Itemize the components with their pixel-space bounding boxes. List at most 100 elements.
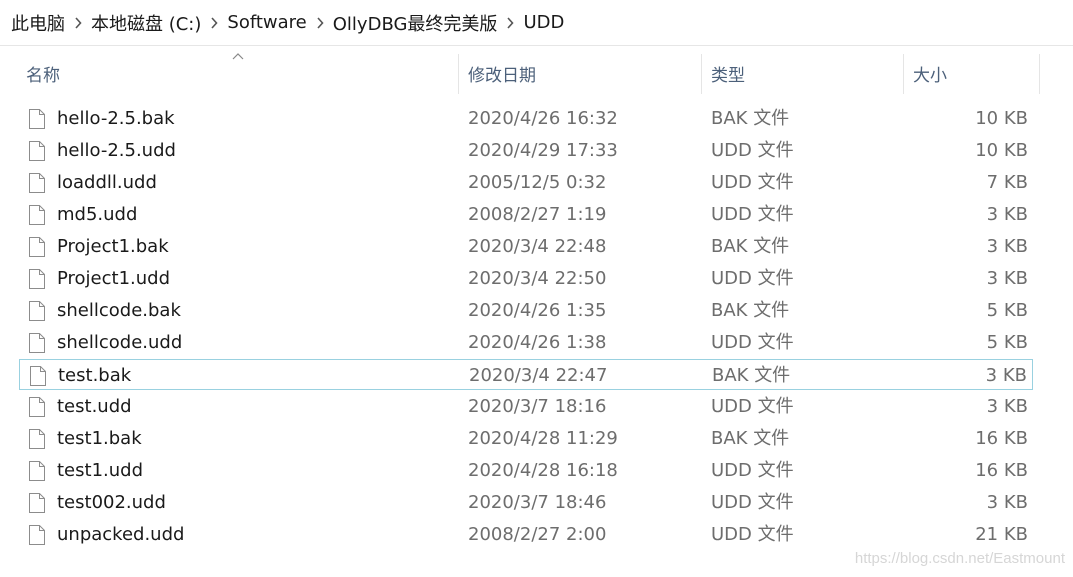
file-type: UDD 文件 [711,172,794,193]
file-type: UDD 文件 [711,396,794,417]
file-name: shellcode.udd [57,332,183,353]
file-size: 3 KB [986,204,1028,225]
file-date: 2020/3/7 18:46 [468,492,607,513]
file-row[interactable]: Project1.bak 2020/3/4 22:48 BAK 文件 3 KB [19,231,1033,262]
breadcrumb-item-ollydbg[interactable]: OllyDBG最终完美版 [333,10,498,36]
blank-file-icon [30,366,46,386]
file-type: BAK 文件 [712,365,791,386]
file-size: 16 KB [975,460,1028,481]
file-type: UDD 文件 [711,524,794,545]
blank-file-icon [29,269,45,289]
breadcrumb-item-this-pc[interactable]: 此电脑 [11,10,65,36]
file-row[interactable]: Project1.udd 2020/3/4 22:50 UDD 文件 3 KB [19,263,1033,294]
file-date: 2020/4/28 16:18 [468,460,618,481]
file-type: UDD 文件 [711,460,794,481]
column-header-name[interactable]: 名称 [26,52,458,94]
blank-file-icon [29,461,45,481]
file-size: 3 KB [986,492,1028,513]
file-type: UDD 文件 [711,332,794,353]
file-name: test.udd [57,396,132,417]
watermark: https://blog.csdn.net/Eastmount [854,550,1065,567]
file-row[interactable]: shellcode.udd 2020/4/26 1:38 UDD 文件 5 KB [19,327,1033,358]
file-date: 2020/3/4 22:50 [468,268,607,289]
file-size: 16 KB [975,428,1028,449]
file-date: 2020/4/28 11:29 [468,428,618,449]
file-row[interactable]: md5.udd 2008/2/27 1:19 UDD 文件 3 KB [19,199,1033,230]
file-name: test.bak [58,365,132,386]
file-name: hello-2.5.bak [57,108,175,129]
blank-file-icon [29,109,45,129]
blank-file-icon [29,205,45,225]
file-row-selected[interactable]: test.bak 2020/3/4 22:47 BAK 文件 3 KB [19,359,1033,390]
file-name: unpacked.udd [57,524,185,545]
file-row[interactable]: hello-2.5.bak 2020/4/26 16:32 BAK 文件 10 … [19,103,1033,134]
blank-file-icon [29,333,45,353]
file-type: BAK 文件 [711,108,790,129]
blank-file-icon [29,493,45,513]
file-name: Project1.udd [57,268,171,289]
file-name: test002.udd [57,492,166,513]
chevron-right-icon[interactable] [65,13,91,33]
chevron-right-icon[interactable] [201,13,227,33]
file-size: 5 KB [986,300,1028,321]
blank-file-icon [29,141,45,161]
file-row[interactable]: test002.udd 2020/3/7 18:46 UDD 文件 3 KB [19,487,1033,518]
blank-file-icon [29,301,45,321]
file-name: Project1.bak [57,236,169,257]
column-divider[interactable] [458,54,459,94]
column-header-size-label: 大小 [913,65,947,86]
column-header-date[interactable]: 修改日期 [468,52,700,94]
breadcrumb-item-udd[interactable]: UDD [523,12,564,33]
column-divider[interactable] [903,54,904,94]
file-size: 10 KB [975,140,1028,161]
blank-file-icon [29,525,45,545]
file-size: 10 KB [975,108,1028,129]
blank-file-icon [29,397,45,417]
file-name: hello-2.5.udd [57,140,176,161]
file-date: 2020/3/7 18:16 [468,396,607,417]
chevron-right-icon[interactable] [307,13,333,33]
file-row[interactable]: shellcode.bak 2020/4/26 1:35 BAK 文件 5 KB [19,295,1033,326]
file-date: 2020/3/4 22:48 [468,236,607,257]
file-size: 3 KB [986,396,1028,417]
file-type: UDD 文件 [711,492,794,513]
file-row[interactable]: loaddll.udd 2005/12/5 0:32 UDD 文件 7 KB [19,167,1033,198]
file-type: UDD 文件 [711,268,794,289]
file-date: 2020/4/29 17:33 [468,140,618,161]
file-name: md5.udd [57,204,138,225]
file-size: 5 KB [986,332,1028,353]
file-row[interactable]: test1.udd 2020/4/28 16:18 UDD 文件 16 KB [19,455,1033,486]
column-header-name-label: 名称 [26,65,60,86]
file-size: 7 KB [986,172,1028,193]
file-type: UDD 文件 [711,204,794,225]
blank-file-icon [29,429,45,449]
breadcrumb: 此电脑 本地磁盘 (C:) Software OllyDBG最终完美版 UDD [0,0,1073,46]
column-divider[interactable] [1039,54,1040,94]
file-date: 2005/12/5 0:32 [468,172,607,193]
file-type: BAK 文件 [711,428,790,449]
breadcrumb-item-local-disk[interactable]: 本地磁盘 (C:) [91,10,201,36]
column-header-type[interactable]: 类型 [711,52,901,94]
file-name: test1.udd [57,460,144,481]
file-size: 21 KB [975,524,1028,545]
file-size: 3 KB [986,236,1028,257]
blank-file-icon [29,173,45,193]
chevron-right-icon[interactable] [497,13,523,33]
column-header-size[interactable]: 大小 [913,52,1038,94]
column-header-type-label: 类型 [711,65,745,86]
file-name: shellcode.bak [57,300,181,321]
file-date: 2020/3/4 22:47 [469,365,608,386]
file-row[interactable]: unpacked.udd 2008/2/27 2:00 UDD 文件 21 KB [19,519,1033,550]
blank-file-icon [29,237,45,257]
file-date: 2008/2/27 2:00 [468,524,607,545]
file-size: 3 KB [986,268,1028,289]
breadcrumb-item-software[interactable]: Software [227,12,306,33]
column-divider[interactable] [701,54,702,94]
file-size: 3 KB [985,365,1027,386]
file-name: loaddll.udd [57,172,157,193]
column-headers: 名称 修改日期 类型 大小 [0,52,1073,94]
file-row[interactable]: test.udd 2020/3/7 18:16 UDD 文件 3 KB [19,391,1033,422]
file-row[interactable]: hello-2.5.udd 2020/4/29 17:33 UDD 文件 10 … [19,135,1033,166]
file-date: 2020/4/26 16:32 [468,108,618,129]
file-row[interactable]: test1.bak 2020/4/28 11:29 BAK 文件 16 KB [19,423,1033,454]
